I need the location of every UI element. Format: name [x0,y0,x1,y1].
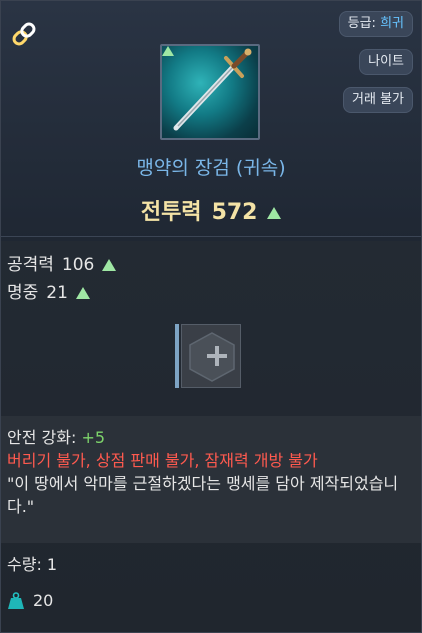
item-description: 안전 강화: +5 버리기 불가, 상점 판매 불가, 잠재력 개방 불가 "이… [1,416,421,543]
combat-power-value: 572 [211,200,258,225]
socket-box [181,324,241,388]
grade-badge: 등급: 희귀 [338,11,413,37]
restriction-text: 버리기 불가, 상점 판매 불가, 잠재력 개방 불가 [7,451,318,470]
weight-value: 20 [33,591,54,610]
safe-enhance-label: 안전 강화: [7,428,82,447]
weight-row: 20 [7,590,57,612]
up-arrow-icon [102,259,117,271]
combat-power-label: 전투력 [140,200,202,225]
item-stats: 공격력 106 명중 21 [7,251,117,307]
grade-value: 희귀 [380,16,404,31]
up-arrow-icon [267,207,282,219]
combat-power: 전투력 572 [1,194,421,226]
grade-label: 등급: [347,16,381,31]
sword-icon [173,48,252,131]
socket-indicator [175,324,179,388]
stat-label: 공격력 [7,255,54,275]
flavor-text: "이 땅에서 악마를 근절하겠다는 맹세를 담아 제작되었습니다." [7,474,399,516]
up-arrow-icon [162,46,174,56]
class-badge: 나이트 [359,49,413,75]
safe-enhance-value: +5 [81,428,106,447]
stat-row-attack: 공격력 106 [7,251,117,279]
item-icon-frame[interactable] [160,44,260,140]
stat-row-accuracy: 명중 21 [7,279,116,307]
item-footer: 수량: 1 20 [7,554,57,612]
stat-value: 21 [46,283,68,303]
quantity-row: 수량: 1 [7,554,57,576]
socket-slot[interactable] [175,324,241,388]
stat-label: 명중 [7,283,39,303]
link-icon[interactable] [9,19,39,49]
safe-enhance-line: 안전 강화: +5 [7,426,415,449]
item-header: 등급: 희귀 나이트 거래 불가 맹약의 장검 (귀속) 전투력 572 [1,1,421,237]
quantity-value: 1 [46,555,58,574]
item-tooltip: 등급: 희귀 나이트 거래 불가 맹약의 장검 (귀속) 전투력 572 공격력… [0,0,422,633]
plus-icon [207,346,227,366]
up-arrow-icon [75,287,90,299]
quantity-label: 수량: [7,555,47,574]
item-name: 맹약의 장검 (귀속) [136,157,286,179]
weight-icon [8,592,24,609]
stat-value: 106 [61,255,95,275]
item-tags: 등급: 희귀 나이트 거래 불가 [338,11,413,113]
trade-badge: 거래 불가 [343,87,413,113]
